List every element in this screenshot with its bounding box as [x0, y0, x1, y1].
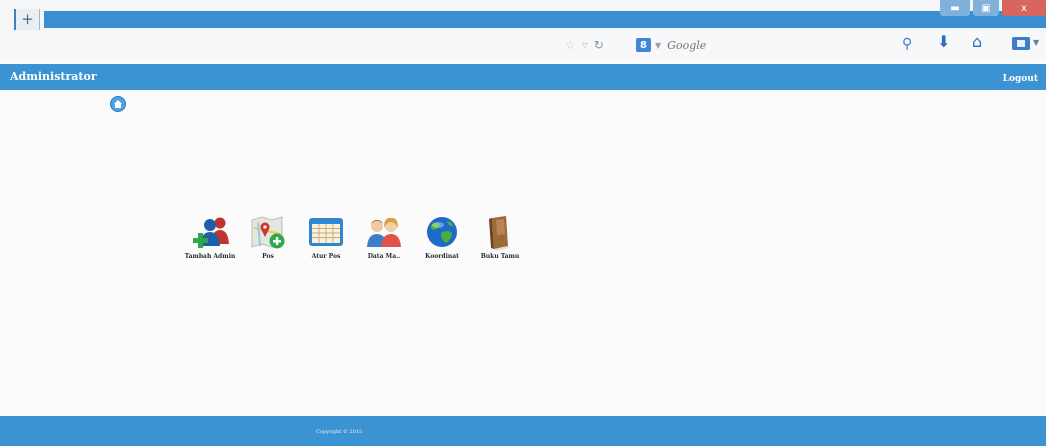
plus-icon: + — [21, 10, 34, 28]
logout-link[interactable]: Logout — [1003, 74, 1038, 84]
menu-item-data-ma[interactable]: Data Ma.. — [355, 214, 413, 260]
search-input[interactable] — [667, 38, 888, 52]
search-engine-icon[interactable]: 8 — [636, 38, 651, 52]
guestbook-icon — [489, 216, 509, 251]
close-button[interactable]: x — [1002, 0, 1046, 16]
download-icon[interactable]: ⬇ — [937, 34, 950, 50]
menu-label: Atur Pos — [311, 253, 341, 260]
new-tab-button[interactable]: + — [14, 9, 40, 30]
copyright-text: Copyright © 2015 — [316, 429, 363, 435]
add-admin-icon — [193, 217, 229, 248]
search-bar: 8 ▼ — [636, 35, 924, 55]
chevron-down-icon[interactable]: ▼ — [655, 41, 661, 50]
star-icon[interactable]: ☆ — [565, 38, 576, 52]
url-bar-actions: ☆ ▿ ↻ — [565, 38, 604, 52]
menu-label: Koordinat — [425, 253, 459, 260]
menu-label: Pos — [262, 253, 274, 260]
globe-icon — [427, 217, 457, 247]
minimize-button[interactable]: ▬ — [940, 0, 970, 16]
chevron-down-icon[interactable]: ▼ — [1033, 38, 1039, 47]
footer — [0, 416, 1046, 446]
map-add-icon — [251, 216, 285, 249]
page-title: Administrator — [10, 70, 97, 83]
menu-label: Tambah Admin — [184, 253, 236, 260]
home-icon[interactable] — [110, 96, 126, 112]
bookmarks-icon[interactable] — [1012, 37, 1030, 50]
menu-item-tambah-admin[interactable]: Tambah Admin — [181, 214, 239, 260]
menu-item-pos[interactable]: Pos — [239, 214, 297, 260]
home-icon[interactable]: ⌂ — [972, 34, 982, 50]
reload-icon[interactable]: ↻ — [594, 38, 604, 52]
window-controls: ▬ ▣ x — [940, 0, 1046, 18]
table-icon — [309, 218, 343, 246]
tab-strip — [44, 11, 1046, 28]
search-magnifier-icon[interactable]: ⚲ — [902, 36, 912, 52]
maximize-button[interactable]: ▣ — [973, 0, 999, 16]
menu-item-atur-pos[interactable]: Atur Pos — [297, 214, 355, 260]
menu-label: Data Ma.. — [367, 253, 401, 260]
menu-label: Buku Tamu — [480, 253, 520, 260]
app-header — [0, 64, 1046, 90]
reader-icon[interactable]: ▿ — [582, 38, 588, 52]
admin-menu: Tambah Admin Pos Atur Pos Data Ma.. Koor… — [181, 214, 529, 260]
users-icon — [367, 217, 401, 247]
menu-item-buku-tamu[interactable]: Buku Tamu — [471, 214, 529, 260]
menu-item-koordinat[interactable]: Koordinat — [413, 214, 471, 260]
